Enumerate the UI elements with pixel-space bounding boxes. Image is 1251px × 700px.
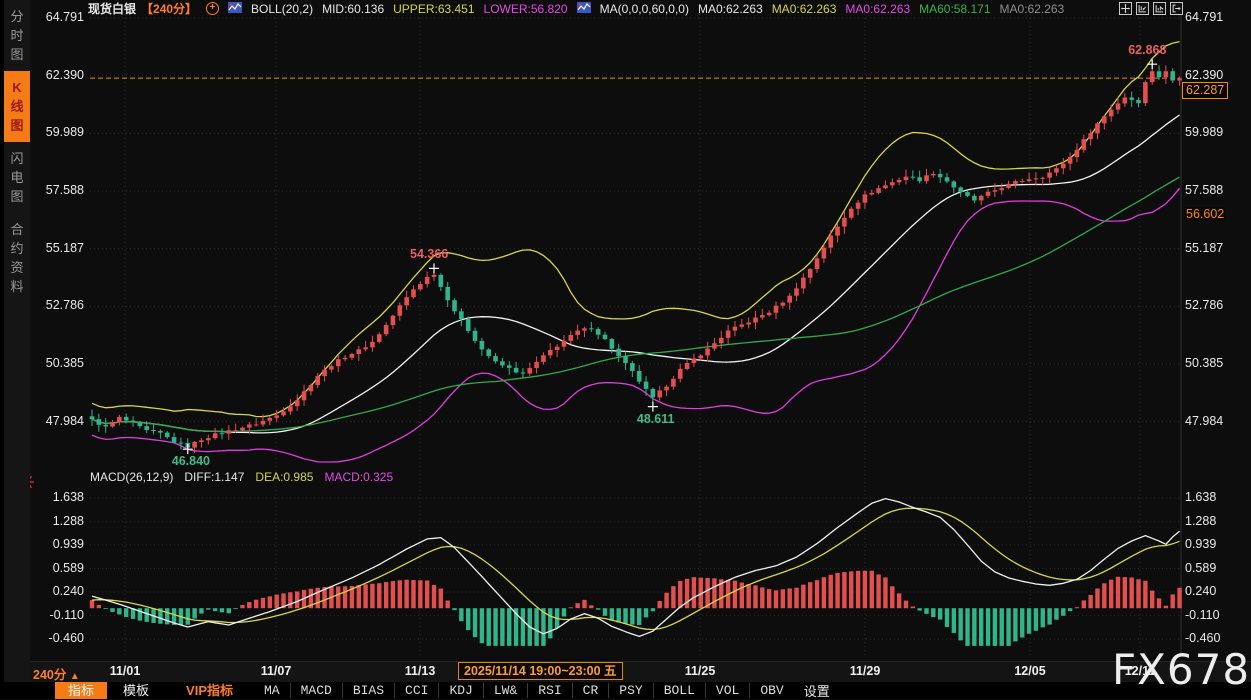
sidebar-item-4[interactable]: 合约资料 xyxy=(4,213,30,303)
macd-axis-label: 1.288 xyxy=(30,514,84,528)
sidebar-item-2[interactable]: K线图 xyxy=(4,71,30,142)
price-annotation: 46.840 xyxy=(172,454,210,468)
price-axis-label: 55.187 xyxy=(1185,241,1223,255)
ma-values: MA0:62.263 MA0:62.263 MA0:62.263 MA60:58.17… xyxy=(698,2,1064,16)
indicator-cci[interactable]: CCI xyxy=(394,683,438,698)
zoom-out-icon[interactable] xyxy=(1136,2,1149,15)
macd-params-label: MACD(26,12,9) xyxy=(90,470,173,484)
ma-value: MA0:62.263 xyxy=(772,2,837,16)
macd-axis-label: 1.638 xyxy=(30,490,84,504)
indicator-rsi[interactable]: RSI xyxy=(527,683,571,698)
price-axis-label: 52.786 xyxy=(1185,298,1223,312)
date-range-highlight: 2025/11/14 19:00~23:00 五 xyxy=(458,662,623,680)
price-axis-label: 59.989 xyxy=(1185,125,1223,139)
price-annotation: 54.366 xyxy=(410,247,448,261)
add-compare-icon[interactable]: + xyxy=(206,2,219,15)
x-axis-tick: 12/05 xyxy=(1000,664,1060,678)
ma-value: MA0:62.263 xyxy=(845,2,910,16)
macd-header: MACD(26,12,9) DIFF:1.147 DEA:0.985 MACD:… xyxy=(90,470,393,484)
sidebar-item-1[interactable]: 分时图 xyxy=(4,0,30,71)
chart-header: 现货白银 【240分】 + BOLL(20,2) MID:60.136 UPPE… xyxy=(88,0,1064,17)
indicator-psy[interactable]: PSY xyxy=(608,683,652,698)
indicator-macd[interactable]: MACD xyxy=(290,683,342,698)
price-axis-label: 47.984 xyxy=(1185,414,1223,428)
tab-指标[interactable]: 指标 xyxy=(55,682,107,699)
macd-axis-label: 0.939 xyxy=(1185,537,1216,551)
symbol-name: 现货白银 xyxy=(88,0,136,17)
period-selector-label: 240分 xyxy=(33,668,66,682)
x-axis-tick: 11/07 xyxy=(246,664,306,678)
price-axis-label: 57.588 xyxy=(30,183,84,197)
x-axis-tick: 11/01 xyxy=(95,664,155,678)
price-axis-label: 62.390 xyxy=(1185,68,1223,82)
price-axis-label: 64.791 xyxy=(1185,10,1223,24)
pop-out-icon[interactable] xyxy=(1170,2,1183,15)
price-axis-label: 62.390 xyxy=(30,68,84,82)
fx678-watermark: FX678 xyxy=(1112,645,1250,694)
tab-VIP指标[interactable]: VIP指标 xyxy=(173,682,246,699)
boll-upper-value: UPPER:63.451 xyxy=(393,2,474,16)
price-axis-label: 50.385 xyxy=(30,356,84,370)
macd-axis-label: 0.589 xyxy=(1185,561,1216,575)
boll-label: BOLL(20,2) xyxy=(251,2,313,16)
x-axis-row xyxy=(0,661,1251,683)
macd-macd-value: MACD:0.325 xyxy=(324,470,393,484)
macd-diff-value: DIFF:1.147 xyxy=(184,470,244,484)
macd-axis-label: -0.460 xyxy=(1185,631,1220,645)
macd-axis-label: 0.939 xyxy=(30,537,84,551)
macd-axis-label: -0.110 xyxy=(30,608,84,622)
chart-toolbar-icons xyxy=(1119,2,1183,15)
macd-axis-label: 0.240 xyxy=(30,584,84,598)
boll-mid-value: MID:60.136 xyxy=(322,2,384,16)
indicator-kdj[interactable]: KDJ xyxy=(438,683,482,698)
boll-lower-value: LOWER:56.820 xyxy=(484,2,568,16)
price-axis-label: 52.786 xyxy=(30,298,84,312)
ma-value: MA60:58.171 xyxy=(919,2,990,16)
ma-params-label: MA(0,0,0,60,0,0) xyxy=(600,2,689,16)
macd-axis-label: -0.110 xyxy=(1185,608,1220,622)
period-label: 【240分】 xyxy=(141,0,197,17)
boll-indicator-icon[interactable] xyxy=(228,2,242,16)
indicator-lw&[interactable]: LW& xyxy=(483,683,527,698)
chevron-up-icon: ▲ xyxy=(70,671,80,682)
indicator-toolbar: 指标模板 VIP指标 MAMACDBIASCCIKDJLW&RSICRPSYBOL… xyxy=(0,682,1251,699)
trading-app: { "header": { "symbol": "现货白银", "period"… xyxy=(0,0,1251,699)
indicator-vol[interactable]: VOL xyxy=(705,683,749,698)
price-axis-label: 55.187 xyxy=(30,241,84,255)
price-axis-label: 59.989 xyxy=(30,125,84,139)
macd-axis-label: 1.288 xyxy=(1185,514,1216,528)
current-price-tag: 62.287 xyxy=(1182,82,1228,99)
ma-value: MA0:62.263 xyxy=(698,2,763,16)
indicator-boll[interactable]: BOLL xyxy=(653,683,705,698)
indicator-bias[interactable]: BIAS xyxy=(342,683,394,698)
price-annotation: 62.868 xyxy=(1128,43,1166,57)
price-axis-label: 57.588 xyxy=(1185,183,1223,197)
macd-axis-label: 0.240 xyxy=(1185,584,1216,598)
macd-axis-label: 0.589 xyxy=(30,561,84,575)
ma-value: MA0:62.263 xyxy=(1000,2,1065,16)
zoom-in-icon[interactable] xyxy=(1153,2,1166,15)
price-axis-label: 47.984 xyxy=(30,414,84,428)
crosshair-move-icon[interactable] xyxy=(1119,2,1132,15)
price-axis-label: 64.791 xyxy=(30,10,84,24)
indicator-obv[interactable]: OBV xyxy=(749,683,793,698)
indicator-cr[interactable]: CR xyxy=(572,683,609,698)
band-price-tag: 56.602 xyxy=(1184,207,1226,221)
macd-axis-label: 1.638 xyxy=(1185,490,1216,504)
x-axis-tick: 11/25 xyxy=(670,664,730,678)
x-axis-tick: 11/13 xyxy=(390,664,450,678)
indicator-ma[interactable]: MA xyxy=(254,683,290,698)
price-axis-label: 50.385 xyxy=(1185,356,1223,370)
ma-indicator-icon[interactable] xyxy=(577,2,591,16)
left-sidebar: 分时图K线图闪电图合约资料 xyxy=(0,0,30,699)
tab-模板[interactable]: 模板 xyxy=(110,682,162,699)
chart-canvas[interactable] xyxy=(0,0,1251,699)
x-axis-tick: 11/29 xyxy=(835,664,895,678)
period-selector[interactable]: 240分 ▲ xyxy=(33,664,80,683)
macd-axis-label: -0.460 xyxy=(30,631,84,645)
sidebar-item-3[interactable]: 闪电图 xyxy=(4,142,30,213)
price-annotation: 48.611 xyxy=(637,412,675,426)
macd-dea-value: DEA:0.985 xyxy=(255,470,313,484)
settings-button[interactable]: 设置 xyxy=(804,681,830,700)
